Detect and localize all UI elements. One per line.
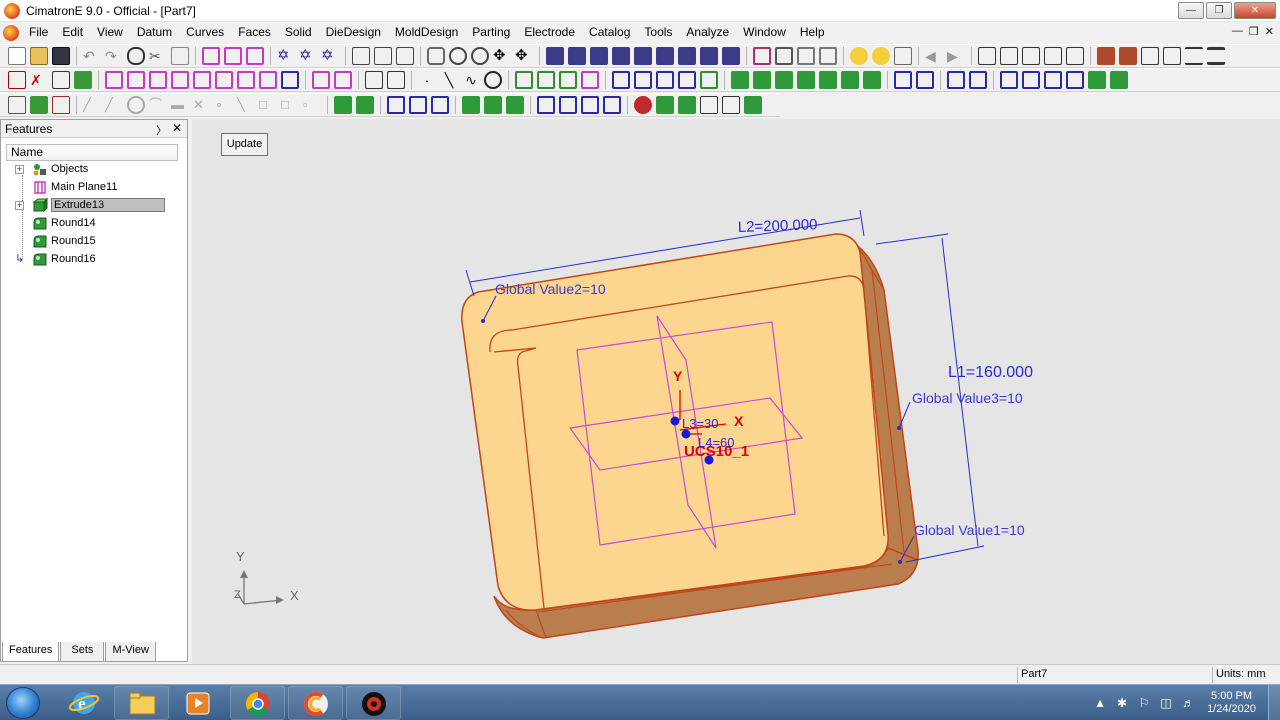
volume-icon[interactable]: ♬	[1181, 696, 1195, 710]
dimension-l2[interactable]: L2=200.000	[738, 216, 818, 236]
internet-explorer-icon[interactable]: e	[57, 686, 112, 720]
ucs-point[interactable]	[670, 416, 680, 426]
clock[interactable]: 5:00 PM 1/24/2020	[1207, 690, 1256, 716]
triad-axes	[237, 574, 283, 605]
file-explorer-icon[interactable]	[114, 686, 169, 720]
chrome-icon[interactable]	[230, 686, 285, 720]
dimension-l4[interactable]: L4=60	[698, 435, 735, 450]
taskbar: e ▲ ✱ ⚐ ◫ ♬ 5:00 PM 1/24/2020	[0, 684, 1280, 720]
system-tray: ▲ ✱ ⚐ ◫ ♬ 5:00 PM 1/24/2020	[1089, 685, 1280, 720]
dimension-l1[interactable]: L1=160.000	[948, 364, 1033, 381]
media-player-icon[interactable]	[171, 686, 226, 720]
triad-z-label: Z	[234, 589, 241, 601]
model-scene: Y X UCS10_1 L3=30 L4=60 L2=200.000 L1=16…	[234, 209, 1033, 639]
triad-y-label: Y	[236, 549, 245, 564]
tray-expand-icon[interactable]: ▲	[1093, 696, 1107, 710]
clock-time: 5:00 PM	[1211, 690, 1253, 702]
start-button-icon[interactable]	[6, 687, 40, 719]
status-bar: Part7 Units: mm	[0, 664, 1280, 684]
network-icon[interactable]: ◫	[1159, 696, 1173, 710]
global-value-2[interactable]: Global Value2=10	[495, 281, 606, 297]
global-value-1[interactable]: Global Value1=10	[914, 522, 1025, 538]
global-value-3[interactable]: Global Value3=10	[912, 390, 1023, 406]
cimatron-taskbar-icon[interactable]	[346, 686, 401, 720]
action-center-icon[interactable]: ⚐	[1137, 696, 1151, 710]
clock-date: 1/24/2020	[1207, 703, 1256, 715]
show-desktop-button[interactable]	[1268, 685, 1280, 720]
status-part: Part7	[1017, 667, 1210, 683]
ucs-axis-y-label: Y	[673, 368, 683, 384]
ccleaner-icon[interactable]	[288, 686, 343, 720]
triad-x-label: X	[290, 588, 299, 603]
bluetooth-icon[interactable]: ✱	[1115, 696, 1129, 710]
status-units: Units: mm	[1212, 667, 1280, 683]
dimension-l3[interactable]: L3=30	[682, 416, 719, 431]
triad-arrow	[240, 570, 284, 604]
ucs-axis-x-label: X	[734, 413, 744, 429]
